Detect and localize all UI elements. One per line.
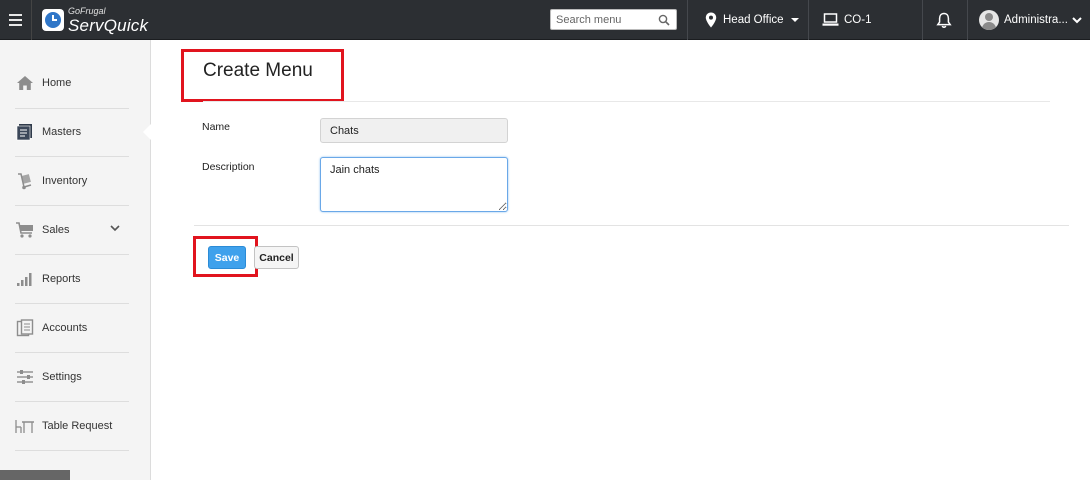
page-title: Create Menu — [203, 60, 313, 81]
sidebar: Home Masters Inventory Sales Reports Acc… — [0, 40, 151, 480]
search-icon[interactable] — [658, 14, 670, 26]
chevron-down-icon[interactable] — [110, 224, 120, 232]
divider — [194, 225, 1069, 226]
sidebar-item-settings[interactable]: Settings — [0, 352, 150, 401]
counter-label: CO-1 — [844, 14, 872, 26]
main-content: Create Menu Name Description Jain chats … — [151, 40, 1090, 480]
top-bar: GoFrugal ServQuick Head Office CO-1 — [0, 0, 1090, 40]
cancel-button[interactable]: Cancel — [254, 246, 299, 269]
description-label: Description — [202, 161, 255, 173]
hand-truck-icon — [15, 171, 35, 191]
search-input[interactable] — [551, 10, 655, 29]
menu-icon[interactable] — [0, 0, 32, 40]
sidebar-item-label: Settings — [42, 370, 82, 383]
sidebar-item-label: Reports — [42, 272, 81, 285]
home-icon — [15, 73, 35, 93]
brand-top-text: GoFrugal — [68, 5, 106, 16]
monitor-icon — [822, 13, 839, 26]
clock-logo-icon — [42, 9, 64, 31]
divider — [203, 101, 1050, 102]
sidebar-item-label: Home — [42, 76, 72, 89]
sidebar-item-inventory[interactable]: Inventory — [0, 156, 150, 205]
name-field[interactable] — [320, 118, 508, 143]
sidebar-item-masters[interactable]: Masters — [0, 107, 150, 156]
notifications-button[interactable] — [936, 0, 952, 40]
user-avatar-icon — [979, 10, 999, 30]
sidebar-item-sales[interactable]: Sales — [0, 205, 150, 254]
table-icon — [15, 416, 35, 436]
sliders-icon — [15, 367, 35, 387]
sidebar-item-accounts[interactable]: Accounts — [0, 303, 150, 352]
sidebar-item-label: Sales — [42, 223, 70, 236]
location-label: Head Office — [723, 14, 784, 26]
app-logo[interactable]: GoFrugal ServQuick — [33, 0, 151, 40]
description-field[interactable]: Jain chats — [320, 157, 508, 212]
chevron-down-icon — [1072, 17, 1082, 24]
book-icon — [15, 122, 35, 142]
counter-selector[interactable]: CO-1 — [822, 0, 871, 40]
bar-chart-icon — [15, 269, 35, 289]
user-label: Administra... — [1004, 14, 1068, 26]
sidebar-item-home[interactable]: Home — [0, 58, 150, 107]
brand-main-text: ServQuick — [68, 15, 149, 35]
chevron-down-icon — [790, 18, 799, 22]
user-menu[interactable]: Administra... — [979, 0, 1082, 40]
name-label: Name — [202, 121, 231, 133]
location-pin-icon — [705, 12, 717, 28]
cart-icon — [15, 220, 35, 240]
ledger-icon — [15, 318, 35, 338]
location-selector[interactable]: Head Office — [705, 0, 799, 40]
sidebar-item-label: Accounts — [42, 321, 88, 334]
sidebar-item-reports[interactable]: Reports — [0, 254, 150, 303]
sidebar-item-table-request[interactable]: Table Request — [0, 401, 150, 450]
search-box — [550, 9, 677, 30]
sidebar-item-label: Table Request — [42, 419, 113, 432]
active-indicator — [143, 124, 151, 140]
save-button[interactable]: Save — [208, 246, 246, 269]
sidebar-item-label: Masters — [42, 125, 82, 138]
bottom-tab-stub[interactable] — [0, 470, 70, 480]
bell-icon — [936, 12, 952, 28]
sidebar-item-label: Inventory — [42, 174, 88, 187]
